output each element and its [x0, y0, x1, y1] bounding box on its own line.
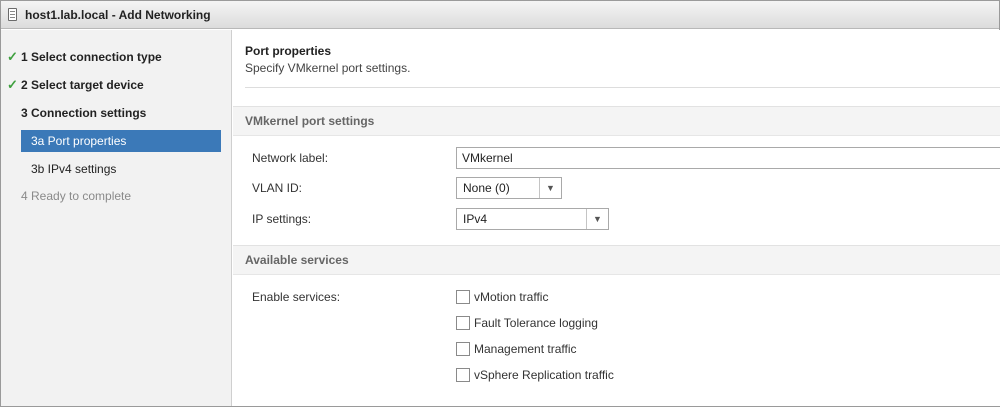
step-label: 3 Connection settings	[21, 106, 147, 120]
step-label: 4 Ready to complete	[21, 189, 132, 203]
vmotion-checkbox[interactable]	[456, 290, 470, 304]
window-title: host1.lab.local - Add Networking	[25, 7, 211, 22]
enable-services-label: Enable services:	[252, 290, 341, 304]
step-port-properties[interactable]: 3a Port properties	[21, 130, 221, 152]
service-fault-tolerance[interactable]: Fault Tolerance logging	[456, 314, 598, 332]
wizard-content: Port properties Specify VMkernel port se…	[233, 30, 1000, 406]
network-label-input[interactable]	[456, 147, 1000, 169]
page-subtitle: Specify VMkernel port settings.	[245, 61, 411, 75]
fault-tolerance-checkbox[interactable]	[456, 316, 470, 330]
header-divider	[245, 87, 1000, 88]
title-bar: host1.lab.local - Add Networking	[1, 1, 999, 29]
host-icon	[8, 8, 17, 21]
ip-settings-label: IP settings:	[252, 212, 312, 226]
service-vmotion[interactable]: vMotion traffic	[456, 288, 548, 306]
chevron-down-icon: ▼	[539, 178, 561, 198]
chevron-down-icon: ▼	[586, 209, 608, 229]
checkmark-icon: ✓	[7, 49, 18, 64]
network-label-label: Network label:	[252, 151, 329, 165]
service-label: vSphere Replication traffic	[474, 368, 614, 382]
service-vsphere-replication[interactable]: vSphere Replication traffic	[456, 366, 614, 384]
service-label: vMotion traffic	[474, 290, 549, 304]
page-title: Port properties	[245, 44, 332, 58]
vlan-id-value: None (0)	[463, 181, 510, 195]
service-label: Management traffic	[474, 342, 577, 356]
add-networking-window: host1.lab.local - Add Networking ✓ 1 Sel…	[0, 0, 1000, 407]
management-checkbox[interactable]	[456, 342, 470, 356]
ip-settings-select[interactable]: IPv4 ▼	[456, 208, 609, 230]
service-label: Fault Tolerance logging	[474, 316, 598, 330]
ip-settings-value: IPv4	[463, 212, 488, 226]
step-label: 3a Port properties	[31, 134, 127, 148]
vlan-id-label: VLAN ID:	[252, 181, 303, 195]
service-management[interactable]: Management traffic	[456, 340, 577, 358]
available-services-header: Available services	[233, 245, 1000, 275]
vsphere-replication-checkbox[interactable]	[456, 368, 470, 382]
step-select-target-device[interactable]: ✓ 2 Select target device	[1, 74, 231, 96]
step-label: 1 Select connection type	[21, 50, 162, 64]
step-label: 3b IPv4 settings	[31, 162, 117, 176]
step-ready-to-complete: 4 Ready to complete	[1, 185, 231, 207]
step-connection-settings[interactable]: 3 Connection settings	[1, 102, 231, 124]
checkmark-icon: ✓	[7, 77, 18, 92]
step-select-connection-type[interactable]: ✓ 1 Select connection type	[1, 46, 231, 68]
vmkernel-settings-header: VMkernel port settings	[233, 106, 1000, 136]
step-ipv4-settings[interactable]: 3b IPv4 settings	[1, 158, 231, 180]
vlan-id-select[interactable]: None (0) ▼	[456, 177, 562, 199]
step-label: 2 Select target device	[21, 78, 144, 92]
wizard-steps-sidebar: ✓ 1 Select connection type ✓ 2 Select ta…	[1, 30, 232, 406]
